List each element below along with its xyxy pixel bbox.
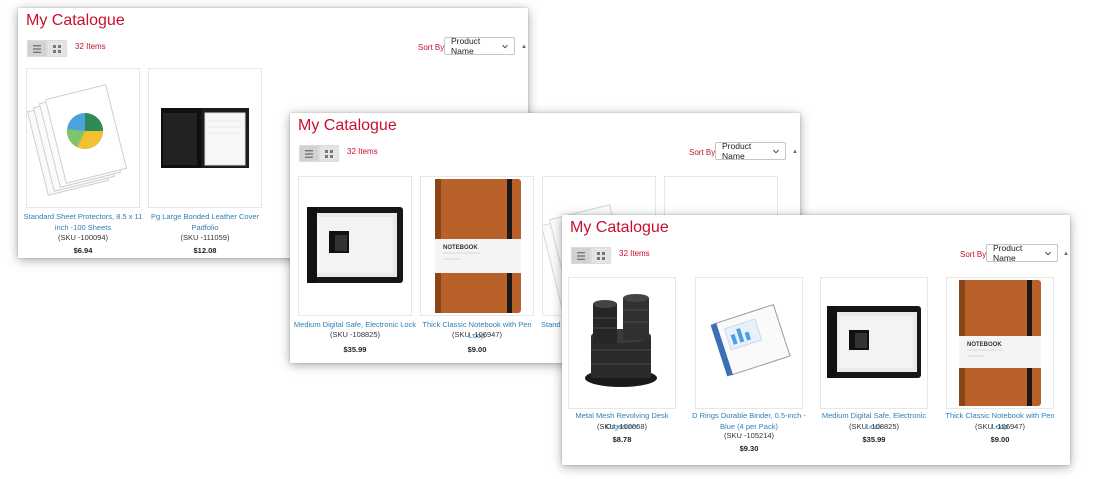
product-sku: (SKU -100068) [596, 422, 648, 431]
sort-select-value: Product Name [722, 141, 752, 161]
product-card[interactable] [148, 68, 262, 208]
chevron-down-icon [502, 44, 508, 48]
view-toggle [571, 247, 611, 264]
scroll-up-icon[interactable]: ▲ [521, 44, 527, 50]
product-sku: (SKU -108825) [329, 330, 381, 339]
sheet-protectors-image [27, 84, 128, 196]
product-price: $6.94 [73, 246, 93, 255]
product-card[interactable]: NOTEBOOK [946, 277, 1054, 409]
safe-image [827, 306, 921, 378]
grid-view-icon[interactable] [319, 145, 339, 162]
page-title: My Catalogue [570, 219, 669, 236]
grid-view-icon[interactable] [591, 247, 611, 264]
notebook-cover-label: NOTEBOOK [967, 342, 1002, 348]
product-card[interactable] [820, 277, 928, 409]
product-sku: (SKU -108825) [848, 422, 900, 431]
product-price: $9.00 [467, 345, 487, 354]
notebook-image: NOTEBOOK [435, 179, 521, 313]
notebook-image: NOTEBOOK [959, 280, 1041, 406]
page-title: My Catalogue [298, 117, 397, 134]
product-price: $9.00 [990, 435, 1010, 444]
sort-select[interactable]: Product Name [715, 141, 786, 161]
chevron-down-icon [1045, 251, 1051, 255]
item-count: 32 Items [619, 249, 650, 258]
view-toggle [299, 145, 339, 162]
product-price: $12.08 [193, 246, 217, 255]
product-name-link[interactable]: Medium Digital Safe, Electronic Lock [293, 319, 417, 330]
product-sku: (SKU -106947) [451, 330, 503, 339]
product-price: $9.30 [739, 444, 759, 453]
product-name-link[interactable]: Pg Large Bonded Leather Cover Padfolio [143, 211, 267, 233]
chevron-down-icon [773, 149, 779, 153]
product-name-link[interactable]: D Rings Durable Binder, 0.5-inch - Blue … [689, 410, 809, 432]
item-count: 32 Items [75, 42, 106, 51]
list-view-icon[interactable] [571, 247, 591, 264]
padfolio-image [161, 108, 249, 168]
sort-by-label: Sort By [960, 250, 987, 259]
sort-select[interactable]: Product Name [444, 36, 515, 56]
product-sku: (SKU -105214) [723, 431, 775, 440]
list-view-icon[interactable] [299, 145, 319, 162]
view-toggle [27, 40, 67, 57]
page-title: My Catalogue [26, 12, 125, 29]
safe-image [307, 207, 403, 283]
product-card[interactable] [568, 277, 676, 409]
product-card[interactable] [695, 277, 803, 409]
product-sku: (SKU -106947) [974, 422, 1026, 431]
catalogue-window-3: My Catalogue 32 Items Sort By Product Na… [562, 215, 1070, 465]
product-card[interactable]: NOTEBOOK [420, 176, 534, 316]
product-price: $35.99 [862, 435, 886, 444]
notebook-cover-label: NOTEBOOK [443, 245, 478, 251]
list-view-icon[interactable] [27, 40, 47, 57]
item-count: 32 Items [347, 147, 378, 156]
scroll-up-icon[interactable]: ▲ [792, 149, 798, 155]
grid-view-icon[interactable] [47, 40, 67, 57]
binder-image [710, 303, 791, 377]
product-sku: (SKU -111059) [180, 233, 230, 242]
sort-by-label: Sort By [418, 43, 445, 52]
sort-by-label: Sort By [689, 148, 716, 157]
sort-select-value: Product Name [451, 36, 481, 56]
desk-organizer-image [585, 294, 657, 387]
product-card[interactable] [298, 176, 412, 316]
sort-select[interactable]: Product Name [986, 243, 1058, 263]
product-name-link[interactable]: Standard Sheet Protectors, 8.5 x 11 inch… [21, 211, 145, 233]
product-card[interactable] [26, 68, 140, 208]
product-price: $8.78 [612, 435, 632, 444]
sort-select-value: Product Name [993, 243, 1023, 263]
product-price: $35.99 [343, 345, 367, 354]
product-sku: (SKU -100094) [57, 233, 109, 242]
scroll-up-icon[interactable]: ▲ [1063, 251, 1069, 257]
